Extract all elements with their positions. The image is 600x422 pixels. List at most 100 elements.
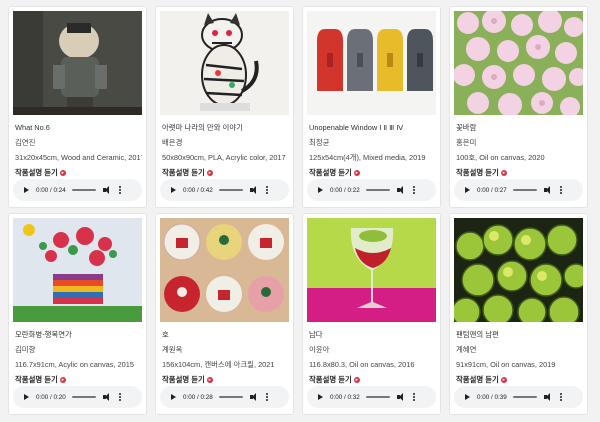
artwork-spec: 116.8x80.3, Oil on canvas, 2016 xyxy=(309,360,415,369)
listen-description-link[interactable]: 작품설명 듣기 ▸ xyxy=(15,168,142,177)
artwork-artist: 배은경 xyxy=(162,138,183,147)
play-circle-icon: ▸ xyxy=(500,169,507,176)
artwork-artist: 최정균 xyxy=(309,138,330,147)
play-icon[interactable] xyxy=(171,394,176,400)
play-circle-icon: ▸ xyxy=(353,169,360,176)
audio-player[interactable]: 0:00 / 0:42 xyxy=(160,179,289,201)
volume-icon[interactable] xyxy=(249,186,259,194)
play-icon[interactable] xyxy=(24,394,29,400)
listen-label: 작품설명 듣기 xyxy=(15,375,58,384)
listen-description-link[interactable]: 작품설명 듣기 ▸ xyxy=(309,375,436,384)
volume-icon[interactable] xyxy=(249,393,259,401)
listen-description-link[interactable]: 작품설명 듣기 ▸ xyxy=(162,375,289,384)
more-options-icon[interactable] xyxy=(265,393,268,401)
artwork-spec: 91x91cm, Oil on canvas, 2019 xyxy=(456,360,556,369)
artwork-title: Unopenable Window Ⅰ Ⅱ Ⅲ Ⅳ xyxy=(309,123,404,132)
artwork-image[interactable] xyxy=(454,11,583,115)
artwork-card[interactable]: 팬텀맨의 남편 계혜연 91x91cm, Oil on canvas, 2019… xyxy=(449,213,588,415)
audio-progress-slider[interactable] xyxy=(512,189,537,191)
more-options-icon[interactable] xyxy=(265,186,268,194)
play-circle-icon: ▸ xyxy=(59,169,66,176)
artwork-spec: 100호, Oil on canvas, 2020 xyxy=(456,153,545,162)
artwork-image[interactable] xyxy=(13,218,142,322)
artwork-image[interactable] xyxy=(160,11,289,115)
artwork-card[interactable]: 모란화병-행복연가 김미향 116.7x91cm, Acylic on canv… xyxy=(8,213,147,415)
audio-player[interactable]: 0:00 / 0:20 xyxy=(13,386,142,408)
artwork-title: 꽃바람 xyxy=(456,123,477,132)
play-circle-icon: ▸ xyxy=(500,376,507,383)
volume-icon[interactable] xyxy=(543,186,553,194)
artwork-artist: 이윤아 xyxy=(309,345,330,354)
listen-description-link[interactable]: 작품설명 듣기 ▸ xyxy=(456,375,583,384)
audio-player[interactable]: 0:00 / 0:28 xyxy=(160,386,289,408)
play-icon[interactable] xyxy=(24,187,29,193)
listen-description-link[interactable]: 작품설명 듣기 ▸ xyxy=(456,168,583,177)
more-options-icon[interactable] xyxy=(559,186,562,194)
play-icon[interactable] xyxy=(171,187,176,193)
artwork-title: What No.6 xyxy=(15,123,50,132)
play-icon[interactable] xyxy=(465,187,470,193)
audio-progress-slider[interactable] xyxy=(218,189,243,191)
listen-label: 작품설명 듣기 xyxy=(456,168,499,177)
play-circle-icon: ▸ xyxy=(206,169,213,176)
listen-label: 작품설명 듣기 xyxy=(456,375,499,384)
play-icon[interactable] xyxy=(318,394,323,400)
audio-progress-slider[interactable] xyxy=(512,396,537,398)
artwork-card[interactable]: 남다 이윤아 116.8x80.3, Oil on canvas, 2016 작… xyxy=(302,213,441,415)
volume-icon[interactable] xyxy=(396,393,406,401)
artwork-spec: 50x80x90cm, PLA, Acrylic color, 2017 xyxy=(162,153,286,162)
audio-progress-slider[interactable] xyxy=(218,396,243,398)
artwork-grid: What No.6 김연진 31x20x45cm, Wood and Ceram… xyxy=(8,6,588,415)
more-options-icon[interactable] xyxy=(412,393,415,401)
artwork-card[interactable]: Unopenable Window Ⅰ Ⅱ Ⅲ Ⅳ 최정균 125x54cm(4… xyxy=(302,6,441,208)
play-icon[interactable] xyxy=(465,394,470,400)
audio-progress-slider[interactable] xyxy=(71,396,96,398)
artwork-image[interactable] xyxy=(454,218,583,322)
audio-player[interactable]: 0:00 / 0:32 xyxy=(307,386,436,408)
audio-time: 0:00 / 0:42 xyxy=(183,186,213,194)
artwork-image[interactable] xyxy=(307,218,436,322)
audio-time: 0:00 / 0:39 xyxy=(477,393,507,401)
artwork-artist: 계혜연 xyxy=(456,345,477,354)
audio-player[interactable]: 0:00 / 0:27 xyxy=(454,179,583,201)
artwork-image[interactable] xyxy=(160,218,289,322)
audio-time: 0:00 / 0:28 xyxy=(183,393,213,401)
artwork-image[interactable] xyxy=(307,11,436,115)
more-options-icon[interactable] xyxy=(118,186,121,194)
artwork-artist: 김미향 xyxy=(15,345,36,354)
artwork-card[interactable]: 아랫마 나라의 만와 이야기 배은경 50x80x90cm, PLA, Acry… xyxy=(155,6,294,208)
audio-player[interactable]: 0:00 / 0:39 xyxy=(454,386,583,408)
more-options-icon[interactable] xyxy=(412,186,415,194)
audio-progress-slider[interactable] xyxy=(365,396,390,398)
audio-time: 0:00 / 0:32 xyxy=(330,393,360,401)
listen-description-link[interactable]: 작품설명 듣기 ▸ xyxy=(309,168,436,177)
volume-icon[interactable] xyxy=(102,186,112,194)
volume-icon[interactable] xyxy=(543,393,553,401)
audio-progress-slider[interactable] xyxy=(71,189,96,191)
artwork-title: 모란화병-행복연가 xyxy=(15,330,72,339)
artwork-artist: 홍은미 xyxy=(456,138,477,147)
artwork-spec: 116.7x91cm, Acylic on canvas, 2015 xyxy=(15,360,135,369)
volume-icon[interactable] xyxy=(102,393,112,401)
listen-label: 작품설명 듣기 xyxy=(15,168,58,177)
listen-label: 작품설명 듣기 xyxy=(309,375,352,384)
more-options-icon[interactable] xyxy=(118,393,121,401)
listen-label: 작품설명 듣기 xyxy=(162,375,205,384)
play-circle-icon: ▸ xyxy=(353,376,360,383)
artwork-spec: 125x54cm(4개), Mixed media, 2019 xyxy=(309,153,426,162)
listen-description-link[interactable]: 작품설명 듣기 ▸ xyxy=(15,375,142,384)
audio-time: 0:00 / 0:20 xyxy=(36,393,66,401)
listen-label: 작품설명 듣기 xyxy=(309,168,352,177)
artwork-card[interactable]: What No.6 김연진 31x20x45cm, Wood and Ceram… xyxy=(8,6,147,208)
artwork-image[interactable] xyxy=(13,11,142,115)
audio-player[interactable]: 0:00 / 0:24 xyxy=(13,179,142,201)
audio-progress-slider[interactable] xyxy=(365,189,390,191)
audio-player[interactable]: 0:00 / 0:22 xyxy=(307,179,436,201)
listen-description-link[interactable]: 작품설명 듣기 ▸ xyxy=(162,168,289,177)
volume-icon[interactable] xyxy=(396,186,406,194)
more-options-icon[interactable] xyxy=(559,393,562,401)
listen-label: 작품설명 듣기 xyxy=(162,168,205,177)
artwork-card[interactable]: 꽃바람 홍은미 100호, Oil on canvas, 2020 작품설명 듣… xyxy=(449,6,588,208)
artwork-card[interactable]: 호 계원옥 156x104cm, 캔버스에 아크릴, 2021 작품설명 듣기 ▸… xyxy=(155,213,294,415)
play-icon[interactable] xyxy=(318,187,323,193)
